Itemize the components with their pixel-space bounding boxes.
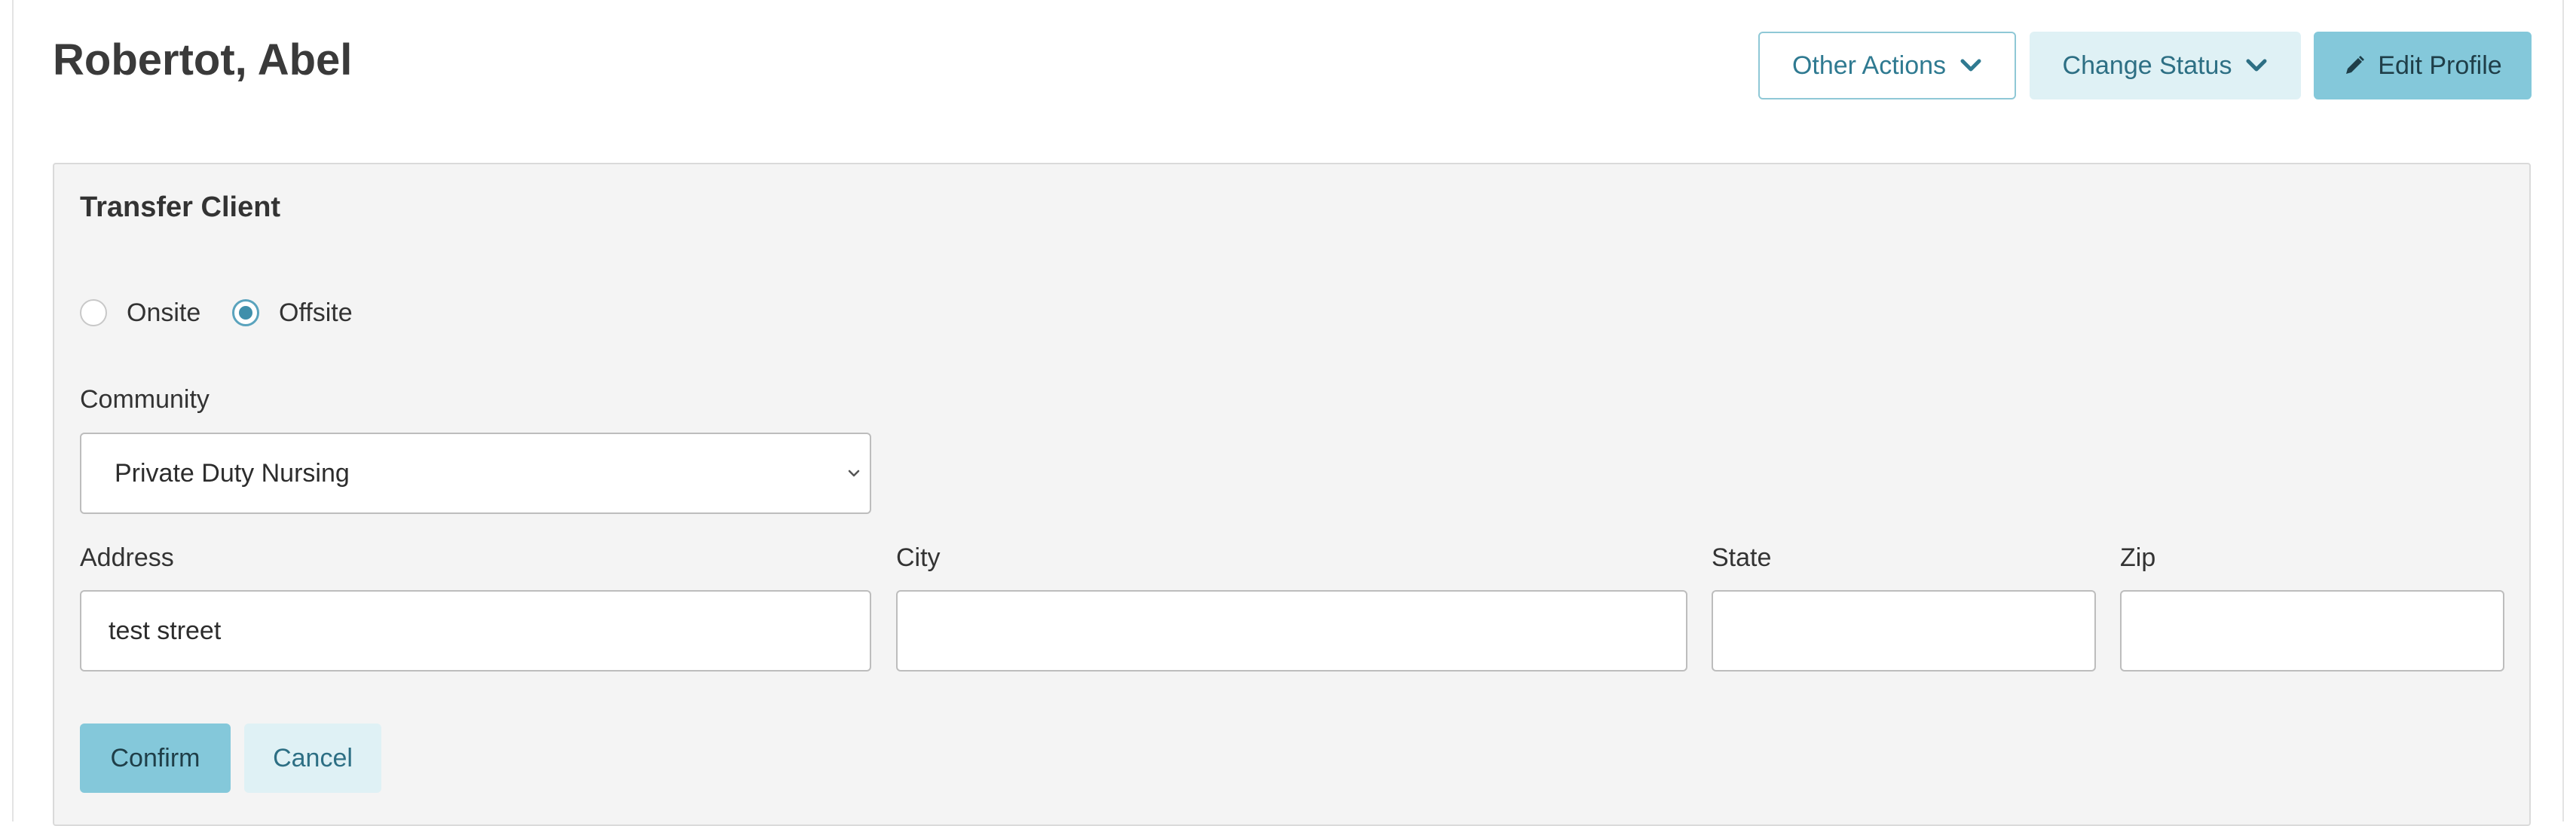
chevron-down-icon: [2246, 59, 2267, 72]
confirm-button[interactable]: Confirm: [80, 724, 231, 793]
select-caret-icon: [848, 470, 860, 477]
edit-profile-label: Edit Profile: [2378, 50, 2502, 80]
transfer-client-title: Transfer Client: [80, 191, 281, 223]
community-label: Community: [80, 385, 210, 414]
onsite-radio[interactable]: [80, 299, 107, 326]
offsite-radio[interactable]: [232, 299, 259, 326]
chevron-down-icon: [1960, 59, 1981, 72]
change-status-button[interactable]: Change Status: [2030, 32, 2301, 99]
offsite-radio-label[interactable]: Offsite: [279, 294, 353, 332]
frame-border-right: [2562, 0, 2564, 821]
city-label: City: [896, 543, 941, 572]
community-select-value: Private Duty Nursing: [115, 458, 350, 488]
zip-label: Zip: [2120, 543, 2156, 572]
other-actions-button[interactable]: Other Actions: [1758, 32, 2016, 99]
community-select[interactable]: Private Duty Nursing: [80, 433, 871, 514]
other-actions-label: Other Actions: [1791, 50, 1947, 80]
confirm-button-label: Confirm: [110, 743, 200, 772]
zip-input[interactable]: [2120, 590, 2504, 672]
cancel-button-label: Cancel: [273, 743, 353, 772]
edit-profile-button[interactable]: Edit Profile: [2314, 32, 2532, 99]
address-label: Address: [80, 543, 174, 572]
frame-border-left: [12, 0, 14, 821]
client-profile-page: Robertot, Abel Other Actions Change Stat…: [0, 0, 2576, 826]
city-input[interactable]: [896, 590, 1687, 672]
change-status-label: Change Status: [2062, 50, 2232, 80]
state-label: State: [1712, 543, 1772, 572]
onsite-radio-label[interactable]: Onsite: [127, 294, 200, 332]
client-name-title: Robertot, Abel: [53, 35, 353, 84]
pencil-icon: [2346, 56, 2365, 74]
address-input[interactable]: test street: [80, 590, 871, 672]
cancel-button[interactable]: Cancel: [244, 724, 381, 793]
address-input-value: test street: [109, 616, 222, 645]
state-input[interactable]: [1712, 590, 2096, 672]
